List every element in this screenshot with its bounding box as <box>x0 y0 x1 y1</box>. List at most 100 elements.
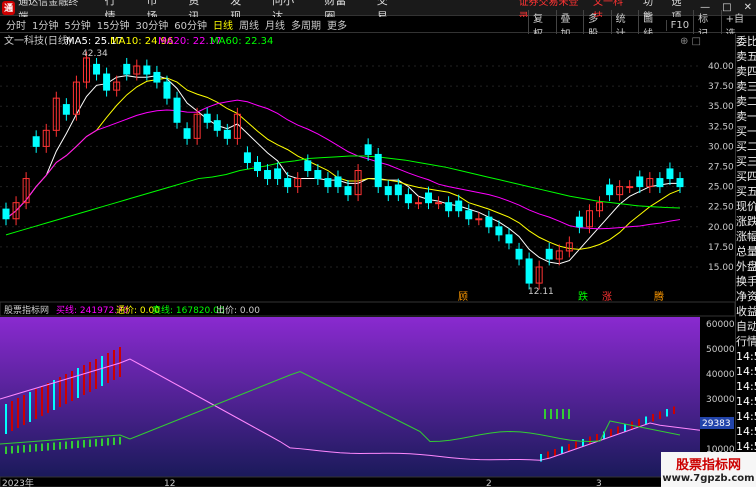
candle-body <box>173 97 181 123</box>
side-panel-item: 卖五 <box>736 50 756 63</box>
kline-chart[interactable]: 40.00 37.50 35.00 32.50 30.00 27.50 25.00 22.50… <box>0 34 735 487</box>
period-daily[interactable]: 日线 <box>213 17 233 32</box>
candle-body <box>374 153 382 188</box>
price-tick-label: 37.50 <box>708 82 734 92</box>
side-panel-item: 总量 <box>736 245 756 258</box>
indicator-tick-label: 60000 <box>706 320 735 330</box>
candle-body <box>324 178 332 188</box>
watermark-url: www.7gpzb.com <box>662 473 755 484</box>
period-1min[interactable]: 1分钟 <box>32 17 58 32</box>
period-15min[interactable]: 15分钟 <box>97 17 130 32</box>
quote-side-panel: 委比 卖五 卖四 卖三 卖二 卖一 买一 买二 买三 买四 买五 现价 涨跌 涨幅 总量 外盘 换手 净资 收益 自动… <box>735 34 756 487</box>
price-tick-label: 25.00 <box>708 183 734 193</box>
period-fenshi[interactable]: 分时 <box>6 17 26 32</box>
side-panel-item: 外盘 <box>736 260 756 273</box>
side-panel-item: 收益 <box>736 305 756 318</box>
period-5min[interactable]: 5分钟 <box>64 17 90 32</box>
indicator-bar <box>119 347 121 377</box>
indicator-bar <box>556 409 558 419</box>
indicator-bar <box>617 426 619 434</box>
period-60min[interactable]: 60分钟 <box>174 17 207 32</box>
indicator-bar <box>575 441 577 449</box>
indicator-bar <box>53 380 55 410</box>
indicator-bar <box>582 439 584 447</box>
indicator-bar <box>596 434 598 442</box>
indicator-bar <box>47 383 49 413</box>
indicator-bar <box>71 371 73 401</box>
indicator-bar <box>29 392 31 422</box>
indicator-bar <box>47 443 49 451</box>
candle-body <box>314 170 322 180</box>
indicator-bar <box>29 444 31 452</box>
side-panel-item: 卖四 <box>736 65 756 78</box>
period-weekly[interactable]: 周线 <box>239 17 259 32</box>
watermark-title: 股票指标网 <box>675 458 741 473</box>
candle-body <box>455 200 463 212</box>
ma60-label: MA60: 22.34 <box>210 36 273 47</box>
indicator-bar <box>41 443 43 451</box>
indicator-bar <box>89 439 91 447</box>
indicator-bar <box>53 442 55 450</box>
period-more[interactable]: 更多 <box>327 17 347 32</box>
side-panel-item: 14:56 <box>736 380 756 393</box>
indicator-title: 股票指标网 <box>4 304 49 316</box>
indicator-bar <box>71 441 73 449</box>
signal-marker-2: 跌 <box>578 290 588 303</box>
period-30min[interactable]: 30分钟 <box>135 17 168 32</box>
time-axis-mar: 3 <box>596 479 602 487</box>
indicator-out-label: 出价: 0.00 <box>216 304 260 316</box>
candle-body <box>103 73 111 91</box>
side-panel-item: 14:56 <box>736 365 756 378</box>
indicator-bar <box>589 436 591 444</box>
indicator-bar <box>35 389 37 419</box>
indicator-bar <box>77 368 79 398</box>
indicator-bar <box>101 356 103 386</box>
side-panel-item: 涨跌 <box>736 215 756 228</box>
indicator-bar <box>562 409 564 419</box>
indicator-bar <box>23 395 25 425</box>
candle-body <box>62 104 70 115</box>
candle-body <box>2 208 10 220</box>
indicator-bar <box>652 414 654 422</box>
indicator-bar <box>107 438 109 446</box>
indicator-bar <box>59 442 61 450</box>
indicator-bar <box>624 424 626 432</box>
candle-body <box>445 202 453 212</box>
candle-body <box>656 178 664 188</box>
price-tick-label: 22.50 <box>708 203 734 213</box>
candle-body <box>435 202 443 205</box>
indicator-bar <box>550 409 552 419</box>
candle-body <box>253 161 261 172</box>
period-multi[interactable]: 多周期 <box>291 17 321 32</box>
indicator-bar <box>113 437 115 445</box>
side-panel-item: 委比 <box>736 35 756 48</box>
candle-body <box>495 226 503 236</box>
candle-body <box>465 210 473 220</box>
chart-settings-icon[interactable]: ⊕ □ <box>680 36 701 47</box>
candle-body <box>153 71 161 83</box>
side-panel-item: 14:56 <box>736 395 756 408</box>
period-monthly[interactable]: 月线 <box>265 17 285 32</box>
candle-body <box>364 144 372 155</box>
price-tick-label: 40.00 <box>708 62 734 72</box>
indicator-bar <box>673 406 675 414</box>
candle-body <box>384 186 392 196</box>
candle-body <box>425 192 433 204</box>
side-panel-item: 买三 <box>736 155 756 168</box>
signal-marker-3: 涨 <box>602 291 612 303</box>
indicator-bar <box>11 401 13 431</box>
candle-body <box>143 65 151 75</box>
indicator-bar <box>77 440 79 448</box>
side-panel-item: 买五 <box>736 185 756 198</box>
price-tick-label: 30.00 <box>708 142 734 152</box>
candle-body <box>284 178 292 188</box>
indicator-bar <box>119 437 121 445</box>
period-toolbar: 分时 1分钟 5分钟 15分钟 30分钟 60分钟 日线 周线 月线 多周期 更… <box>0 10 756 40</box>
candle-body <box>475 218 483 221</box>
indicator-bar <box>41 386 43 416</box>
candle-body <box>485 216 493 228</box>
candle-body <box>223 129 231 139</box>
tool-f10[interactable]: F10 <box>665 19 693 31</box>
side-panel-item: 自动 <box>736 320 756 333</box>
side-panel-item: 卖一 <box>736 110 756 123</box>
